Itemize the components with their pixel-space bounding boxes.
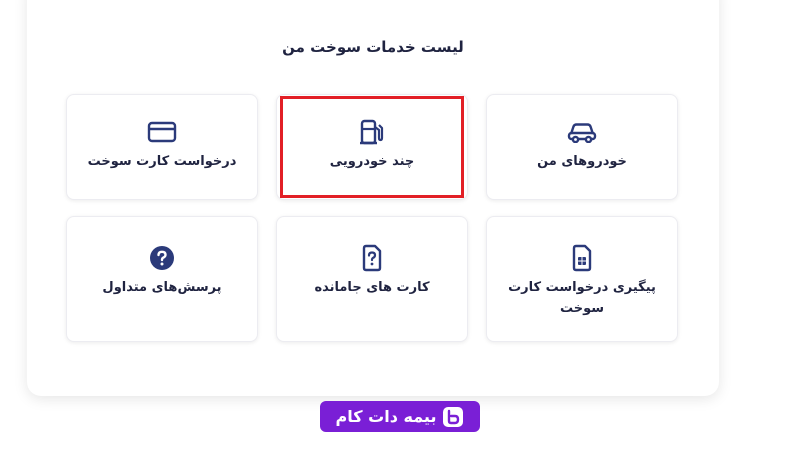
sim-card-icon [567,243,597,273]
tile-label: پیگیری درخواست کارت سوخت [508,280,656,316]
brand-text: بیمه دات کام [335,407,437,426]
tile-fuel-card-request[interactable]: درخواست کارت سوخت [66,94,258,200]
tile-faq[interactable]: پرسش‌های متداول [66,216,258,342]
card-question-icon [357,243,387,273]
tile-my-vehicles[interactable]: خودروهای من [486,94,678,200]
stage: لیست خدمات سوخت من خودروهای من چند خودرو… [0,0,800,450]
tile-track-card-request[interactable]: پیگیری درخواست کارت سوخت [486,216,678,342]
tile-label: درخواست کارت سوخت [87,154,237,169]
car-icon [567,117,597,147]
panel-title: لیست خدمات سوخت من [282,38,464,56]
tile-left-behind-cards[interactable]: کارت های جامانده [276,216,468,342]
credit-card-icon [147,117,177,147]
brand-watermark: بیمه دات کام [320,401,480,432]
brand-logo-icon [442,406,464,428]
help-circle-icon [147,243,177,273]
tile-label: چند خودرویی [329,154,415,169]
tile-label: خودروهای من [537,154,627,169]
tile-label: پرسش‌های متداول [102,280,222,295]
fuel-pump-icon [357,117,387,147]
tile-multi-vehicle[interactable]: چند خودرویی [276,94,468,200]
tile-label: کارت های جامانده [314,280,430,295]
